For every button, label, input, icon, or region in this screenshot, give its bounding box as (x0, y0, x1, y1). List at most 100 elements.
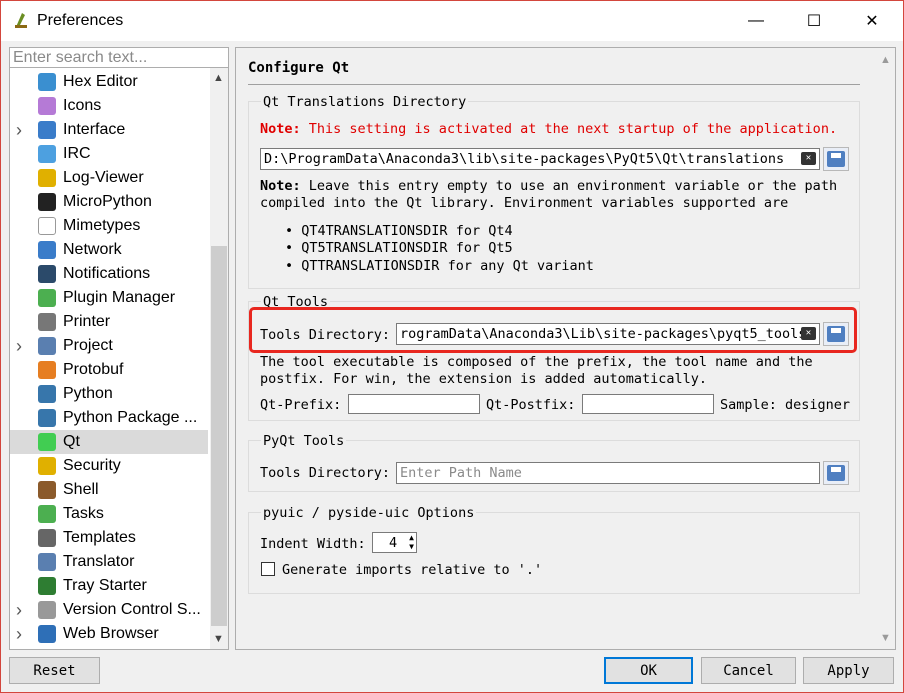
browse-pyqt-tools-button[interactable] (823, 461, 849, 485)
tree-item-label: Printer (63, 313, 111, 330)
search-input[interactable]: Enter search text... (9, 47, 229, 68)
tools-desc-1: The tool executable is composed of the p… (260, 354, 813, 370)
scroll-thumb[interactable] (211, 246, 227, 626)
settings-scrollbar[interactable]: ▲ ▼ (877, 48, 895, 649)
expand-arrow-icon[interactable]: › (16, 336, 22, 357)
scroll-down-icon[interactable]: ▼ (880, 632, 891, 644)
clear-icon[interactable]: ✕ (801, 152, 816, 165)
tree-item[interactable]: Tray Starter (10, 574, 208, 598)
tree-item[interactable]: Shell (10, 478, 208, 502)
scroll-up-icon[interactable]: ▲ (880, 54, 891, 66)
tree-scrollbar[interactable]: ▲ ▼ (210, 68, 228, 649)
apply-button[interactable]: Apply (803, 657, 894, 684)
tree-item[interactable]: › Interface (10, 118, 208, 142)
tree-item[interactable]: Mimetypes (10, 214, 208, 238)
icons-icon (38, 97, 56, 115)
tree-item-label: Notifications (63, 265, 151, 282)
interface-icon (38, 121, 56, 139)
tree-item[interactable]: Hex Editor (10, 70, 208, 94)
tree-item[interactable]: Qt (10, 430, 208, 454)
tree-item[interactable]: Log-Viewer (10, 166, 208, 190)
tree-item[interactable]: › Web Browser (10, 622, 208, 646)
tree-item-label: Templates (63, 529, 136, 546)
tree-item[interactable]: Network (10, 238, 208, 262)
relative-imports-checkbox[interactable] (261, 562, 275, 576)
tree-item-label: Network (63, 241, 122, 258)
tree-item[interactable]: Python (10, 382, 208, 406)
indent-width-spinbox[interactable]: 4 ▲ ▼ (372, 532, 417, 553)
highlight-annotation (249, 307, 857, 353)
tree-item-label: Web Browser (63, 625, 159, 642)
qt-prefix-input[interactable] (348, 394, 480, 414)
tree-item-label: Tray Starter (63, 577, 147, 594)
preferences-tree[interactable]: Hex Editor Icons › Interface IRC Log-Viewer Mi… (9, 68, 229, 650)
ok-button[interactable]: OK (604, 657, 693, 684)
page-title: Configure Qt (248, 60, 350, 76)
translations-path-input[interactable]: D:\ProgramData\Anaconda3\lib\site-packag… (260, 148, 820, 170)
tree-item[interactable]: Translator (10, 550, 208, 574)
tree-item-label: Hex Editor (63, 73, 138, 90)
tree-item[interactable]: Python Package ... (10, 406, 208, 430)
scroll-down-icon[interactable]: ▼ (213, 633, 224, 645)
cancel-button[interactable]: Cancel (701, 657, 796, 684)
expand-arrow-icon[interactable]: › (16, 624, 22, 645)
qt-postfix-input[interactable] (582, 394, 714, 414)
expand-arrow-icon[interactable]: › (16, 600, 22, 621)
tree-item[interactable]: Notifications (10, 262, 208, 286)
divider (248, 84, 860, 85)
qt-prefix-label: Qt-Prefix: (260, 397, 342, 413)
pyqt-tools-directory-input[interactable]: Enter Path Name (396, 462, 820, 484)
tree-item-label: Qt (63, 433, 80, 450)
tree-item-label: Translator (63, 553, 135, 570)
tree-item[interactable]: Protobuf (10, 358, 208, 382)
log-viewer-icon (38, 169, 56, 187)
plugin-manager-icon (38, 289, 56, 307)
indent-width-label: Indent Width: (260, 536, 366, 552)
web-browser-icon (38, 625, 56, 643)
expand-arrow-icon[interactable]: › (16, 120, 22, 141)
tree-item[interactable]: Templates (10, 526, 208, 550)
tree-item[interactable]: › Project (10, 334, 208, 358)
version-control-icon (38, 601, 56, 619)
qt-icon (38, 433, 56, 451)
lock-icon (38, 457, 56, 475)
bullet-item: • QTTRANSLATIONSDIR for any Qt variant (285, 258, 594, 274)
tree-item[interactable]: Security (10, 454, 208, 478)
group-title: pyuic / pyside-uic Options (261, 505, 477, 521)
notifications-icon (38, 265, 56, 283)
translator-icon (38, 553, 56, 571)
scroll-up-icon[interactable]: ▲ (213, 72, 224, 84)
info-line-1: Note: Leave this entry empty to use an e… (260, 178, 837, 194)
templates-icon (38, 529, 56, 547)
translations-group: Qt Translations Directory Note: This set… (248, 94, 860, 289)
network-icon (38, 241, 56, 259)
python-icon (38, 385, 56, 403)
tree-item-label: IRC (63, 145, 91, 162)
spin-arrows-icon[interactable]: ▲ ▼ (409, 533, 414, 551)
tree-item[interactable]: Printer (10, 310, 208, 334)
info-line-2: compiled into the Qt library. Environmen… (260, 195, 789, 211)
tree-item[interactable]: Tasks (10, 502, 208, 526)
info-text-1: Leave this entry empty to use an environ… (300, 178, 838, 194)
info-label: Note: (260, 178, 301, 194)
protobuf-icon (38, 361, 56, 379)
printer-icon (38, 313, 56, 331)
minimize-button[interactable]: — (727, 1, 785, 41)
tree-item[interactable]: MicroPython (10, 190, 208, 214)
tasks-icon (38, 505, 56, 523)
tree-item-label: Security (63, 457, 121, 474)
note-text: This setting is activated at the next st… (300, 121, 838, 137)
reset-button[interactable]: Reset (9, 657, 100, 684)
tree-item[interactable]: Plugin Manager (10, 286, 208, 310)
close-button[interactable]: ✕ (843, 1, 901, 41)
tree-item[interactable]: Icons (10, 94, 208, 118)
tree-item-label: Icons (63, 97, 102, 114)
tree-item-label: Project (63, 337, 113, 354)
tree-item[interactable]: › Version Control S... (10, 598, 208, 622)
python-package-icon (38, 409, 56, 427)
tree-item[interactable]: IRC (10, 142, 208, 166)
relative-imports-label: Generate imports relative to '.' (282, 562, 543, 578)
browse-translations-button[interactable] (823, 147, 849, 171)
bullet-item: • QT5TRANSLATIONSDIR for Qt5 (285, 240, 513, 256)
maximize-button[interactable]: ☐ (785, 1, 843, 41)
